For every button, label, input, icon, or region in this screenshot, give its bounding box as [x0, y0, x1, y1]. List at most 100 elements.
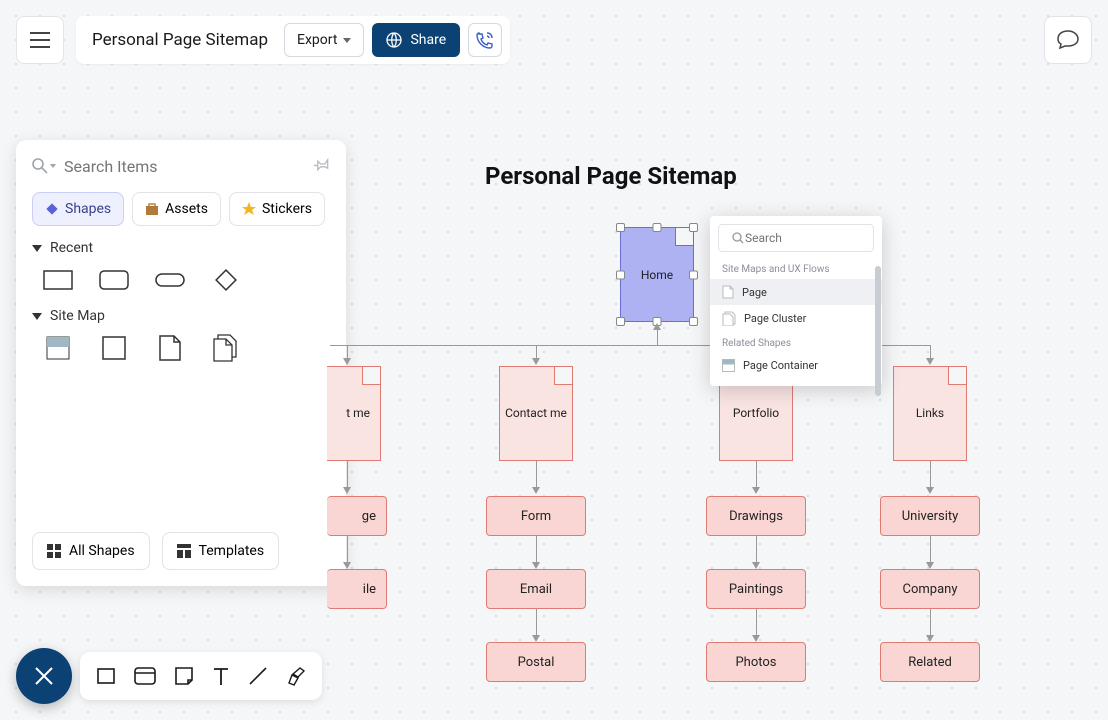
connector — [657, 330, 658, 345]
node-box[interactable]: Postal — [486, 642, 586, 682]
canvas-title[interactable]: Personal Page Sitemap — [485, 162, 737, 190]
item-label: Page Container — [743, 359, 818, 372]
connector-arrow — [926, 635, 934, 642]
tool-tray — [80, 652, 322, 700]
title-bar: Personal Page Sitemap Export Share — [76, 16, 510, 64]
node-label: Drawings — [729, 509, 783, 524]
export-button[interactable]: Export — [284, 23, 364, 57]
shape-page[interactable] — [152, 334, 188, 362]
menu-button[interactable] — [16, 16, 64, 64]
node-label: Postal — [518, 655, 555, 670]
share-button[interactable]: Share — [372, 23, 460, 57]
shape-rounded-rect[interactable] — [96, 266, 132, 294]
connector-arrow — [926, 358, 934, 365]
search-input[interactable] — [64, 157, 306, 176]
search-dropdown[interactable] — [32, 158, 56, 174]
node-label: Form — [521, 509, 551, 524]
node-label: Paintings — [729, 582, 783, 597]
star-icon — [242, 202, 256, 216]
connector-arrow — [926, 562, 934, 569]
connector — [756, 536, 757, 564]
node-box[interactable]: ile — [327, 569, 387, 609]
connector — [347, 536, 348, 564]
shape-rectangle[interactable] — [40, 266, 76, 294]
diamond-icon — [45, 202, 59, 216]
node-home[interactable]: Home — [620, 227, 694, 322]
connector — [930, 609, 931, 637]
tool-rectangle[interactable] — [96, 666, 116, 686]
connector-arrow — [532, 562, 540, 569]
node-label: ge — [362, 509, 376, 524]
chevron-down-icon — [32, 313, 42, 320]
chevron-down-icon — [50, 164, 56, 168]
popup-item-page-cluster[interactable]: Page Cluster — [710, 305, 882, 332]
share-label: Share — [410, 32, 446, 48]
search-icon — [32, 158, 48, 174]
section-label: Recent — [50, 240, 93, 256]
call-button[interactable] — [468, 23, 502, 57]
phone-icon — [476, 31, 494, 49]
layout-icon — [177, 544, 191, 558]
connector-arrow — [532, 487, 540, 494]
connector — [347, 461, 348, 489]
node-box[interactable]: ge — [327, 496, 387, 536]
close-panel-button[interactable] — [16, 648, 72, 704]
tab-shapes[interactable]: Shapes — [32, 192, 124, 226]
node-label: Links — [894, 367, 966, 460]
page-cluster-icon — [722, 311, 736, 326]
shape-page-container[interactable] — [40, 334, 76, 362]
node-box[interactable]: Photos — [706, 642, 806, 682]
connector — [930, 536, 931, 564]
popup-group-header: Related Shapes — [710, 332, 882, 353]
node-box[interactable]: Company — [880, 569, 980, 609]
document-title[interactable]: Personal Page Sitemap — [92, 30, 284, 50]
node-box[interactable]: Paintings — [706, 569, 806, 609]
connector-arrow — [926, 487, 934, 494]
node-box[interactable]: Related — [880, 642, 980, 682]
all-shapes-button[interactable]: All Shapes — [32, 532, 150, 570]
tab-label: Assets — [165, 201, 208, 217]
export-label: Export — [297, 32, 337, 48]
tool-highlighter[interactable] — [286, 666, 306, 686]
section-recent[interactable]: Recent — [32, 240, 330, 256]
shape-page-cluster[interactable] — [208, 334, 244, 362]
tool-text[interactable] — [212, 666, 230, 686]
templates-button[interactable]: Templates — [162, 532, 280, 570]
connector — [930, 461, 931, 489]
node-box[interactable]: Email — [486, 569, 586, 609]
item-label: Page Cluster — [744, 312, 806, 325]
connector-arrow — [752, 635, 760, 642]
node-box[interactable]: Form — [486, 496, 586, 536]
connector — [536, 461, 537, 489]
node-page[interactable]: Links — [893, 366, 967, 461]
section-sitemap[interactable]: Site Map — [32, 308, 330, 324]
tool-card[interactable] — [134, 667, 156, 685]
node-page[interactable]: t me — [327, 366, 381, 461]
shape-pill[interactable] — [152, 266, 188, 294]
shapes-panel: Shapes Assets Stickers Recent Site Map A — [16, 140, 346, 586]
shape-blank-page[interactable] — [96, 334, 132, 362]
tab-stickers[interactable]: Stickers — [229, 192, 325, 226]
node-label: Photos — [735, 655, 776, 670]
popup-scrollbar[interactable] — [875, 266, 881, 396]
connector — [756, 461, 757, 489]
node-page[interactable]: Contact me — [499, 366, 573, 461]
popup-item-page-container[interactable]: Page Container — [710, 353, 882, 378]
node-box[interactable]: Drawings — [706, 496, 806, 536]
tool-sticky-note[interactable] — [174, 666, 194, 686]
shape-diamond[interactable] — [208, 266, 244, 294]
connector-arrow — [752, 487, 760, 494]
tab-label: Stickers — [262, 201, 312, 217]
pin-button[interactable] — [314, 156, 330, 176]
node-label: Home — [621, 228, 693, 321]
tool-line[interactable] — [248, 666, 268, 686]
comments-button[interactable] — [1044, 16, 1092, 64]
node-label: Email — [520, 582, 552, 597]
tab-assets[interactable]: Assets — [132, 192, 221, 226]
node-label: Contact me — [500, 367, 572, 460]
connector-arrow — [653, 323, 661, 330]
node-label: Related — [908, 655, 952, 670]
comment-icon — [1057, 30, 1079, 50]
node-box[interactable]: University — [880, 496, 980, 536]
popup-item-page[interactable]: Page — [710, 279, 882, 305]
